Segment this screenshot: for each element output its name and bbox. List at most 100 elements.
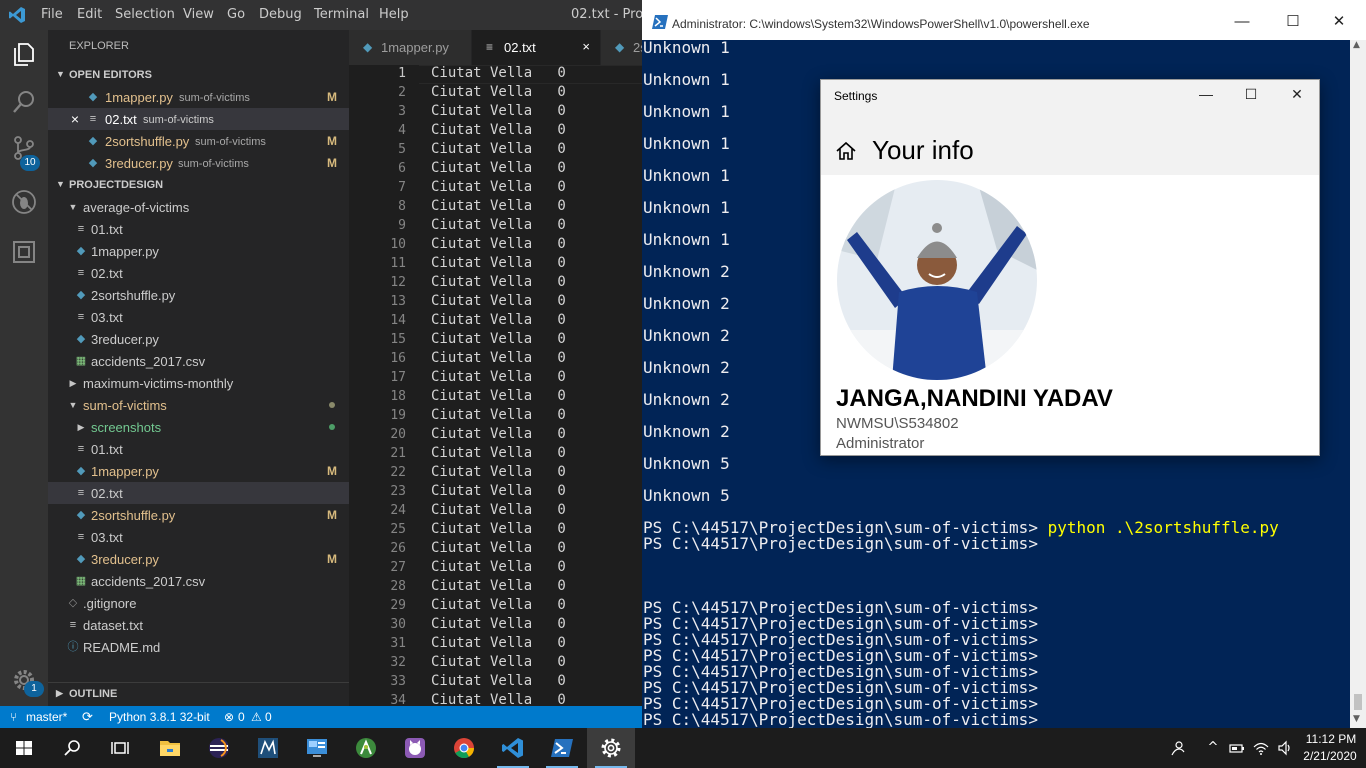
tree-file[interactable]: ⓘ README.md bbox=[48, 636, 349, 658]
tree-file[interactable]: ◆ 3reducer.py bbox=[48, 328, 349, 350]
taskbar-chrome[interactable] bbox=[440, 728, 488, 768]
tree-file[interactable]: ◆ 3reducer.py M bbox=[48, 548, 349, 570]
taskbar-powershell[interactable] bbox=[538, 728, 586, 768]
code-line[interactable]: 9 Ciutat Vella 0 bbox=[349, 217, 642, 236]
menu-terminal[interactable]: Terminal bbox=[314, 7, 369, 22]
taskbar-file-explorer[interactable] bbox=[146, 728, 194, 768]
close-icon[interactable]: × bbox=[582, 39, 590, 54]
taskbar-mysql-workbench[interactable] bbox=[244, 728, 292, 768]
error-icon[interactable]: ⊗ bbox=[224, 710, 234, 724]
taskbar-settings[interactable] bbox=[587, 728, 635, 768]
code-line[interactable]: 11 Ciutat Vella 0 bbox=[349, 255, 642, 274]
start-button[interactable] bbox=[0, 728, 48, 768]
code-line[interactable]: 29 Ciutat Vella 0 bbox=[349, 597, 642, 616]
tree-file[interactable]: ≡ dataset.txt bbox=[48, 614, 349, 636]
code-line[interactable]: 14 Ciutat Vella 0 bbox=[349, 312, 642, 331]
tree-file-selected[interactable]: ≡ 02.txt bbox=[48, 482, 349, 504]
code-line[interactable]: 3 Ciutat Vella 0 bbox=[349, 103, 642, 122]
code-line[interactable]: 25 Ciutat Vella 0 bbox=[349, 521, 642, 540]
code-line[interactable]: 23 Ciutat Vella 0 bbox=[349, 483, 642, 502]
open-editor-item-active[interactable]: × ≡ 02.txt sum-of-victims bbox=[48, 108, 349, 130]
people-icon[interactable] bbox=[1170, 740, 1186, 756]
close-button[interactable]: ✕ bbox=[1274, 80, 1320, 110]
code-line[interactable]: 8 Ciutat Vella 0 bbox=[349, 198, 642, 217]
taskbar-vscode[interactable] bbox=[489, 728, 537, 768]
task-view-button[interactable] bbox=[96, 728, 144, 768]
close-icon[interactable]: × bbox=[68, 112, 82, 126]
git-branch[interactable]: master* bbox=[26, 710, 67, 724]
code-line[interactable]: 5 Ciutat Vella 0 bbox=[349, 141, 642, 160]
outline-section[interactable]: ▶ OUTLINE bbox=[48, 682, 349, 704]
code-line[interactable]: 34 Ciutat Vella 0 bbox=[349, 692, 642, 706]
open-editor-item[interactable]: ◆ 2sortshuffle.py sum-of-victims M bbox=[48, 130, 349, 152]
menu-file[interactable]: File bbox=[41, 7, 63, 22]
console-scrollbar[interactable]: ▲ ▼ bbox=[1350, 40, 1366, 728]
tree-file[interactable]: ▦ accidents_2017.csv bbox=[48, 350, 349, 372]
code-line[interactable]: 33 Ciutat Vella 0 bbox=[349, 673, 642, 692]
clock-time[interactable]: 11:12 PM bbox=[1304, 732, 1358, 746]
taskbar-eclipse[interactable] bbox=[195, 728, 243, 768]
code-line[interactable]: 22 Ciutat Vella 0 bbox=[349, 464, 642, 483]
tree-folder[interactable]: ▼ sum-of-victims bbox=[48, 394, 349, 416]
scrollbar-thumb[interactable] bbox=[1354, 694, 1362, 710]
tree-file[interactable]: ◆ 2sortshuffle.py M bbox=[48, 504, 349, 526]
tab-1mapper[interactable]: ◆ 1mapper.py bbox=[349, 30, 471, 65]
code-line[interactable]: 21 Ciutat Vella 0 bbox=[349, 445, 642, 464]
code-line[interactable]: 12 Ciutat Vella 0 bbox=[349, 274, 642, 293]
tree-file[interactable]: ≡ 02.txt bbox=[48, 262, 349, 284]
project-section[interactable]: ▼ PROJECTDESIGN bbox=[48, 174, 349, 196]
code-line[interactable]: 27 Ciutat Vella 0 bbox=[349, 559, 642, 578]
menu-go[interactable]: Go bbox=[227, 7, 245, 22]
sync-icon[interactable]: ⟳ bbox=[82, 709, 93, 725]
taskbar-github-desktop[interactable] bbox=[391, 728, 439, 768]
error-count[interactable]: 0 bbox=[238, 710, 245, 724]
tree-folder[interactable]: ▶ maximum-victims-monthly bbox=[48, 372, 349, 394]
tree-file[interactable]: ≡ 01.txt bbox=[48, 438, 349, 460]
tree-file[interactable]: ≡ 03.txt bbox=[48, 306, 349, 328]
open-editor-item[interactable]: ◆ 1mapper.py sum-of-victims M bbox=[48, 86, 349, 108]
menu-debug[interactable]: Debug bbox=[259, 7, 302, 22]
open-editors-section[interactable]: ▼ OPEN EDITORS bbox=[48, 64, 349, 86]
tree-file[interactable]: ◆ 1mapper.py bbox=[48, 240, 349, 262]
code-line[interactable]: 19 Ciutat Vella 0 bbox=[349, 407, 642, 426]
chevron-up-icon[interactable]: ^ bbox=[1205, 740, 1221, 756]
taskbar-android-studio[interactable] bbox=[342, 728, 390, 768]
code-line[interactable]: 32 Ciutat Vella 0 bbox=[349, 654, 642, 673]
clock-date[interactable]: 2/21/2020 bbox=[1300, 749, 1360, 763]
tree-file[interactable]: ▦ accidents_2017.csv bbox=[48, 570, 349, 592]
warning-icon[interactable]: ⚠ bbox=[251, 710, 262, 724]
extensions-icon[interactable] bbox=[10, 238, 38, 266]
code-line[interactable]: 7 Ciutat Vella 0 bbox=[349, 179, 642, 198]
menu-selection[interactable]: Selection bbox=[115, 7, 175, 22]
code-line[interactable]: 30 Ciutat Vella 0 bbox=[349, 616, 642, 635]
tree-file[interactable]: ≡ 03.txt bbox=[48, 526, 349, 548]
battery-icon[interactable] bbox=[1229, 740, 1245, 756]
code-line[interactable]: 16 Ciutat Vella 0 bbox=[349, 350, 642, 369]
code-line[interactable]: 18 Ciutat Vella 0 bbox=[349, 388, 642, 407]
tree-file[interactable]: ≡ 01.txt bbox=[48, 218, 349, 240]
menu-edit[interactable]: Edit bbox=[77, 7, 102, 22]
code-line[interactable]: 31 Ciutat Vella 0 bbox=[349, 635, 642, 654]
warning-count[interactable]: 0 bbox=[265, 710, 272, 724]
volume-icon[interactable] bbox=[1277, 740, 1293, 756]
code-line[interactable]: 24 Ciutat Vella 0 bbox=[349, 502, 642, 521]
debug-icon[interactable] bbox=[10, 188, 38, 216]
code-line[interactable]: 4 Ciutat Vella 0 bbox=[349, 122, 642, 141]
code-line[interactable]: 2 Ciutat Vella 0 bbox=[349, 84, 642, 103]
code-line[interactable]: 20 Ciutat Vella 0 bbox=[349, 426, 642, 445]
wifi-icon[interactable] bbox=[1253, 740, 1269, 756]
git-branch-icon[interactable]: ⑂ bbox=[10, 710, 17, 724]
search-button[interactable] bbox=[48, 728, 96, 768]
code-editor[interactable]: 1 Ciutat Vella 0 2 Ciutat Vella 0 3 Ciutat Ve… bbox=[349, 65, 642, 706]
minimize-button[interactable]: — bbox=[1219, 8, 1265, 36]
menu-help[interactable]: Help bbox=[379, 7, 409, 22]
code-line[interactable]: 28 Ciutat Vella 0 bbox=[349, 578, 642, 597]
home-icon[interactable] bbox=[835, 140, 857, 162]
taskbar-control-panel[interactable] bbox=[293, 728, 341, 768]
code-line[interactable]: 17 Ciutat Vella 0 bbox=[349, 369, 642, 388]
minimize-button[interactable]: — bbox=[1183, 80, 1229, 110]
code-line[interactable]: 15 Ciutat Vella 0 bbox=[349, 331, 642, 350]
maximize-button[interactable]: ☐ bbox=[1228, 80, 1274, 110]
tree-file[interactable]: ◆ 1mapper.py M bbox=[48, 460, 349, 482]
explorer-files-icon[interactable] bbox=[10, 40, 38, 68]
